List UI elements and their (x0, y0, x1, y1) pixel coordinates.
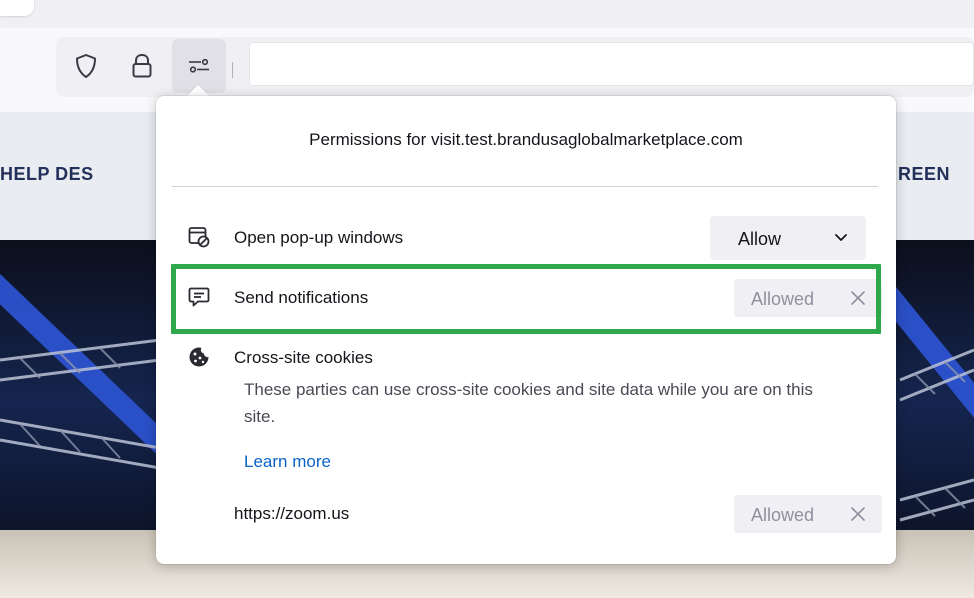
shield-icon[interactable] (72, 50, 100, 82)
close-icon[interactable] (849, 289, 867, 312)
popup-title: Permissions for visit.test.brandusagloba… (309, 130, 743, 149)
permission-label-popups: Open pop-up windows (234, 228, 404, 247)
notification-icon (188, 286, 210, 308)
notifications-allowed-badge[interactable]: Allowed (734, 279, 882, 317)
cookie-site-row: https://zoom.us Allowed (172, 492, 882, 536)
url-caret (232, 62, 233, 78)
cookie-site-name: https://zoom.us (234, 504, 350, 523)
close-icon[interactable] (849, 505, 867, 528)
cookie-description: These parties can use cross-site cookies… (244, 380, 813, 426)
popup-window-blocked-icon (188, 226, 210, 248)
popups-permission-select[interactable]: Allow (710, 216, 866, 260)
cookie-icon (188, 346, 210, 368)
permission-row-notifications: Send notifications Allowed (172, 276, 882, 320)
tab-strip (0, 0, 974, 28)
permission-label-cookies: Cross-site cookies (234, 348, 373, 367)
learn-more-link[interactable]: Learn more (244, 452, 331, 472)
select-value: Allow (738, 229, 782, 249)
nav-link-help-desk[interactable]: HELP DES (0, 164, 94, 185)
nav-link-screen[interactable]: REEN (898, 164, 950, 185)
chevron-down-icon (834, 230, 848, 249)
permission-row-cookies: Cross-site cookies (172, 336, 878, 380)
lock-icon[interactable] (128, 50, 156, 82)
url-input[interactable] (249, 42, 974, 86)
tab-edge[interactable] (0, 0, 34, 16)
permission-label-notifications: Send notifications (234, 288, 369, 307)
cookie-site-allowed-badge[interactable]: Allowed (734, 495, 882, 533)
permissions-popup: Permissions for visit.test.brandusagloba… (156, 96, 896, 564)
permission-row-popups: Open pop-up windows Allow (172, 216, 878, 260)
badge-text: Allowed (751, 505, 815, 525)
popup-separator (172, 186, 878, 187)
badge-text: Allowed (751, 289, 815, 309)
